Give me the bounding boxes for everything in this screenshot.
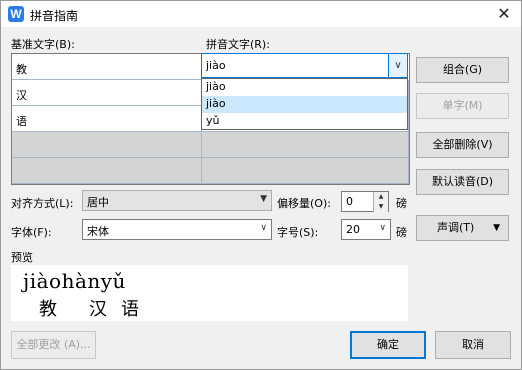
dropdown-arrow-icon: ▼ — [493, 223, 500, 233]
size-label: 字号(S): — [277, 226, 319, 239]
chevron-down-icon[interactable]: ∨ — [388, 54, 407, 77]
base-cell-2[interactable]: 汉 — [12, 80, 202, 106]
base-cell-4 — [12, 132, 202, 158]
preview-char: 教 — [39, 299, 57, 320]
font-value: 宋体 — [87, 225, 109, 238]
pinyin-combo-value: jiào — [206, 59, 226, 72]
base-text-label: 基准文字(B): — [11, 38, 75, 51]
base-cell-3[interactable]: 语 — [12, 106, 202, 132]
preview-label: 预览 — [11, 251, 33, 264]
preview-char: 汉 — [89, 299, 107, 320]
single-char-button[interactable]: 单字(M) — [416, 93, 509, 119]
option-label: jiào — [206, 97, 226, 110]
preview-area: jiàohànyǔ 教 汉 语 — [11, 265, 408, 321]
dropdown-option-selected[interactable]: jiào — [202, 96, 407, 113]
pinyin-guide-dialog: W 拼音指南 ✕ 基准文字(B): 拼音文字(R): 教 汉 语 jiào ∨ … — [0, 0, 522, 370]
base-cell-5 — [12, 158, 202, 184]
spin-down-icon[interactable]: ▼ — [373, 202, 388, 212]
option-label: yǔ — [206, 114, 220, 127]
font-select[interactable]: 宋体 ∨ — [82, 219, 272, 240]
offset-unit: 磅 — [396, 197, 407, 210]
chevron-down-icon: ∨ — [260, 223, 267, 233]
pinyin-cell-5 — [202, 158, 409, 184]
base-cell-1[interactable]: 教 — [12, 54, 202, 80]
base-char-1: 教 — [16, 63, 27, 76]
apply-all-button[interactable]: 全部更改 (A)... — [11, 331, 96, 359]
default-reading-button[interactable]: 默认读音(D) — [416, 169, 509, 195]
chevron-down-icon: ∨ — [379, 223, 386, 233]
base-char-3: 语 — [16, 115, 27, 128]
base-char-2: 汉 — [16, 89, 27, 102]
align-value: 居中 — [87, 196, 109, 209]
align-label: 对齐方式(L): — [11, 197, 74, 210]
size-select[interactable]: 20 ∨ — [341, 219, 391, 240]
align-select[interactable]: 居中 ▼ — [82, 190, 272, 211]
size-unit: 磅 — [396, 226, 407, 239]
offset-spinner[interactable]: 0 ▲ ▼ — [341, 191, 389, 212]
offset-value: 0 — [346, 195, 353, 208]
title-bar: W 拼音指南 ✕ — [1, 1, 521, 27]
cancel-button[interactable]: 取消 — [435, 331, 511, 359]
combine-button[interactable]: 组合(G) — [416, 57, 509, 83]
pinyin-text-label: 拼音文字(R): — [206, 38, 270, 51]
close-icon[interactable]: ✕ — [493, 3, 515, 25]
pinyin-combo[interactable]: jiào ∨ — [201, 53, 408, 78]
offset-label: 偏移量(O): — [277, 197, 331, 210]
wps-app-icon: W — [8, 6, 24, 22]
option-label: jiào — [206, 80, 226, 93]
tone-button-label: 声调(T) — [437, 221, 475, 234]
pinyin-dropdown-list: jiào jiào yǔ — [201, 78, 408, 130]
dropdown-option[interactable]: yǔ — [202, 113, 407, 130]
ok-button[interactable]: 确定 — [350, 331, 426, 359]
font-label: 字体(F): — [11, 226, 52, 239]
preview-pinyin: jiàohànyǔ — [23, 269, 126, 293]
tone-button[interactable]: 声调(T) ▼ — [416, 215, 509, 241]
size-value: 20 — [346, 223, 360, 236]
delete-all-button[interactable]: 全部删除(V) — [416, 132, 509, 158]
chevron-down-icon: ▼ — [260, 194, 267, 204]
dropdown-option[interactable]: jiào — [202, 79, 407, 96]
pinyin-cell-4 — [202, 132, 409, 158]
preview-char: 语 — [121, 299, 139, 320]
window-title: 拼音指南 — [30, 9, 79, 23]
